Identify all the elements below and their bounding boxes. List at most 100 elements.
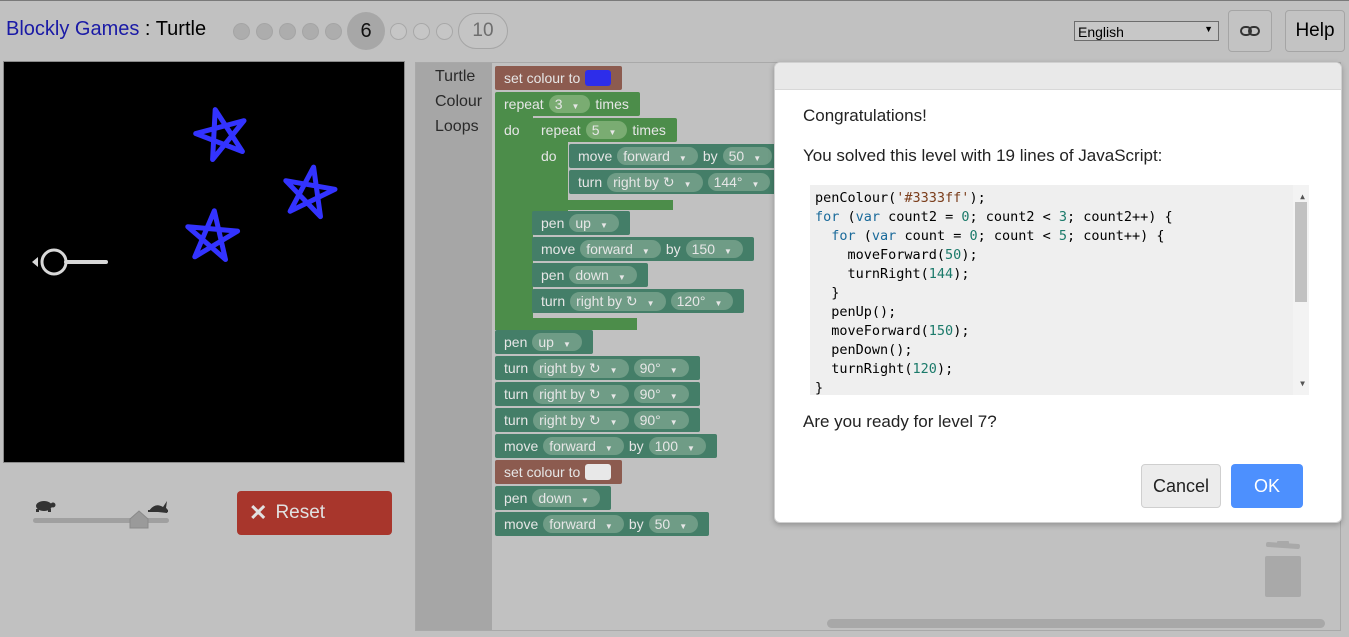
level-dot-4[interactable] — [302, 22, 319, 40]
dialog-heading: Congratulations! — [803, 106, 927, 125]
rabbit-icon — [148, 501, 168, 513]
block-text: move — [541, 241, 576, 257]
distance-field[interactable]: 100 ▼ — [648, 437, 706, 455]
field-value: right by ↻ — [613, 173, 675, 190]
distance-field[interactable]: 50 ▼ — [722, 147, 773, 165]
scroll-down-icon[interactable]: ▼ — [1300, 374, 1305, 393]
turn-direction-field[interactable]: right by ↻ ▼ — [533, 358, 629, 378]
code-line: for (var count2 = 0; count2 < 3; count2+… — [815, 209, 1173, 225]
language-select[interactable]: English ▼ — [1074, 21, 1219, 41]
block-text: move — [504, 516, 539, 532]
drawn-star — [185, 208, 241, 262]
block-repeat-outer[interactable]: repeat 3 ▼ times — [495, 92, 640, 116]
block-pen-down-2[interactable]: pen down ▼ — [495, 486, 611, 510]
level-dot-8[interactable] — [413, 22, 430, 40]
code-scrollbar-thumb[interactable] — [1295, 202, 1307, 302]
level-last[interactable]: 10 — [458, 13, 508, 49]
block-pen-up-2[interactable]: pen up ▼ — [495, 330, 593, 354]
help-button[interactable]: Help — [1285, 10, 1345, 52]
pen-state-field[interactable]: up ▼ — [569, 214, 619, 232]
repeat-count-field[interactable]: 3 ▼ — [548, 95, 591, 113]
drawing-svg — [32, 107, 338, 276]
block-move-forward-100[interactable]: move forward ▼ by 100 ▼ — [495, 434, 717, 458]
angle-field[interactable]: 144° ▼ — [707, 173, 771, 191]
angle-field[interactable]: 90° ▼ — [633, 359, 689, 377]
block-turn-90-b[interactable]: turn right by ↻ ▼ 90° ▼ — [495, 382, 700, 406]
drawn-star — [193, 107, 247, 162]
block-text: by — [702, 148, 718, 164]
code-scrollbar[interactable]: ▲ ▼ — [1293, 185, 1309, 395]
toolbox-category-colour[interactable]: Colour — [435, 93, 482, 111]
level-dot-2[interactable] — [256, 22, 273, 40]
block-text: by — [665, 241, 681, 257]
reset-button[interactable]: ✕ Reset — [237, 491, 392, 535]
block-turn-90-a[interactable]: turn right by ↻ ▼ 90° ▼ — [495, 356, 700, 380]
field-value: 120° — [676, 293, 706, 309]
direction-field[interactable]: forward ▼ — [543, 437, 624, 455]
distance-field[interactable]: 50 ▼ — [648, 515, 699, 533]
ok-button[interactable]: OK — [1231, 464, 1303, 508]
turn-direction-field[interactable]: right by ↻ ▼ — [607, 172, 703, 192]
block-set-colour-blue[interactable]: set colour to — [495, 66, 623, 90]
pen-state-field[interactable]: down ▼ — [532, 489, 600, 507]
app-home-link[interactable]: Blockly Games — [6, 18, 139, 40]
direction-field[interactable]: forward ▼ — [580, 240, 661, 258]
link-button[interactable] — [1228, 10, 1272, 52]
colour-swatch-white[interactable] — [585, 464, 612, 480]
level-dot-1[interactable] — [233, 22, 250, 40]
colour-swatch-blue[interactable] — [585, 70, 612, 86]
direction-field[interactable]: forward ▼ — [543, 515, 624, 533]
toolbox-category-loops[interactable]: Loops — [435, 118, 479, 136]
block-set-colour-white[interactable]: set colour to — [495, 460, 623, 484]
block-text: pen — [504, 334, 528, 350]
turn-direction-field[interactable]: right by ↻ ▼ — [533, 384, 629, 404]
trash-icon[interactable] — [1260, 541, 1306, 601]
level-current[interactable]: 6 — [347, 12, 385, 50]
toolbox: Turtle Colour Loops — [416, 63, 492, 630]
field-value: right by ↻ — [539, 359, 601, 376]
block-move-forward-50-b[interactable]: move forward ▼ by 50 ▼ — [495, 512, 710, 536]
level-dot-3[interactable] — [279, 22, 296, 40]
block-turn-120[interactable]: turn right by ↻ ▼ 120° ▼ — [532, 289, 745, 313]
turn-direction-field[interactable]: right by ↻ ▼ — [570, 291, 666, 311]
field-value: forward — [549, 516, 596, 532]
block-turn-90-c[interactable]: turn right by ↻ ▼ 90° ▼ — [495, 408, 700, 432]
block-turn-144[interactable]: turn right by ↻ ▼ 144° ▼ — [569, 170, 782, 194]
speed-slider[interactable] — [30, 495, 172, 535]
block-move-forward-50[interactable]: move forward ▼ by 50 ▼ — [569, 144, 784, 168]
direction-field[interactable]: forward ▼ — [617, 147, 698, 165]
title-separator: : — [139, 18, 156, 40]
field-value: 50 — [654, 516, 671, 532]
block-text: turn — [504, 360, 529, 376]
toolbox-category-turtle[interactable]: Turtle — [435, 68, 475, 86]
turn-direction-field[interactable]: right by ↻ ▼ — [533, 410, 629, 430]
block-pen-up[interactable]: pen up ▼ — [532, 211, 630, 235]
field-value: forward — [549, 438, 596, 454]
dialog-titlebar[interactable] — [775, 63, 1341, 90]
code-line: penDown(); — [815, 342, 913, 358]
pen-state-field[interactable]: down ▼ — [569, 266, 637, 284]
level-dot-9[interactable] — [436, 22, 453, 40]
repeat-count-field[interactable]: 5 ▼ — [585, 121, 628, 139]
code-line: turnRight(120); — [815, 361, 954, 377]
workspace-horizontal-scrollbar[interactable] — [827, 619, 1325, 628]
angle-field[interactable]: 90° ▼ — [633, 411, 689, 429]
code-listing[interactable]: penColour('#3333ff'); for (var count2 = 0… — [810, 185, 1309, 395]
top-border — [0, 0, 1349, 1]
cancel-button[interactable]: Cancel — [1141, 464, 1221, 508]
pen-state-field[interactable]: up ▼ — [532, 333, 582, 351]
level-dot-5[interactable] — [325, 22, 342, 40]
field-value: 90° — [639, 412, 661, 428]
angle-field[interactable]: 90° ▼ — [633, 385, 689, 403]
level-selector: 6 10 — [230, 12, 511, 50]
code-line: } — [815, 285, 840, 301]
level-dot-7[interactable] — [390, 22, 407, 40]
close-x-icon: ✕ — [249, 500, 268, 525]
congratulations-dialog: Congratulations! You solved this level w… — [774, 62, 1342, 523]
block-pen-down[interactable]: pen down ▼ — [532, 263, 648, 287]
distance-field[interactable]: 150 ▼ — [685, 240, 743, 258]
block-repeat-inner[interactable]: repeat 5 ▼ times — [532, 118, 677, 142]
angle-field[interactable]: 120° ▼ — [670, 292, 734, 310]
block-move-forward-150[interactable]: move forward ▼ by 150 ▼ — [532, 237, 754, 261]
code-line: moveForward(150); — [815, 323, 970, 339]
